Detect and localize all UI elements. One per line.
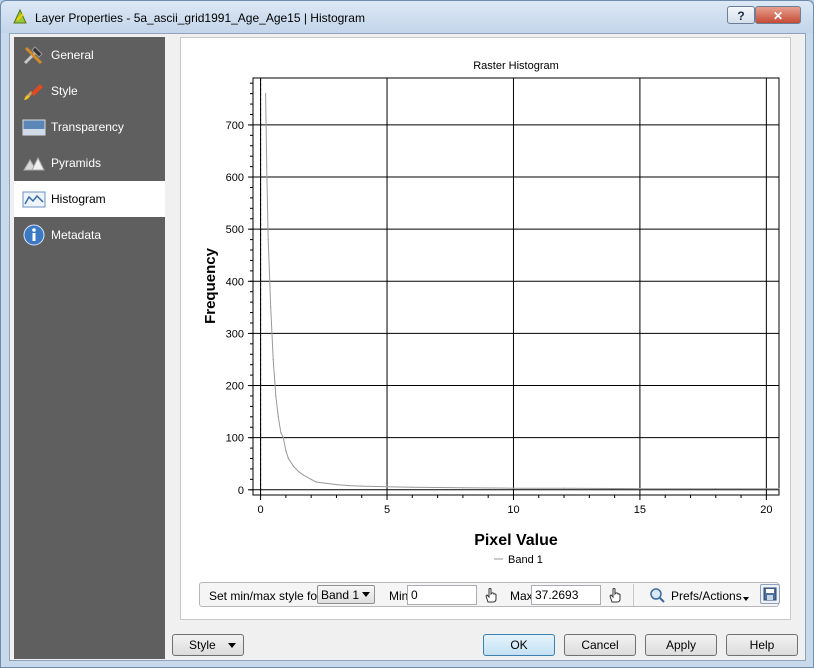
series-point — [292, 465, 295, 467]
y-tick-label: 600 — [226, 172, 244, 184]
apply-button[interactable]: Apply — [645, 634, 717, 656]
plot-area — [252, 77, 780, 496]
chevron-down-icon — [228, 643, 236, 648]
sidebar-item-histogram[interactable]: Histogram — [14, 181, 165, 217]
series-point — [265, 93, 267, 95]
series-point — [348, 485, 350, 487]
x-tick-label: 5 — [384, 504, 390, 516]
y-tick-label: 300 — [226, 328, 244, 340]
paintbrush-icon — [24, 84, 43, 100]
sidebar-item-label: General — [51, 48, 94, 62]
floppy-disk-icon — [763, 587, 777, 601]
help-title-button[interactable]: ? — [727, 6, 755, 24]
series-point — [310, 478, 312, 480]
series-point — [302, 474, 305, 476]
sidebar-item-label: Pyramids — [51, 156, 102, 170]
prefs-actions-button[interactable]: Prefs/Actions — [645, 585, 749, 605]
series-point — [563, 487, 565, 489]
series-point — [266, 176, 268, 178]
sidebar-item-label: Transparency — [51, 120, 124, 134]
sidebar-item-metadata[interactable]: Metadata — [14, 217, 165, 253]
band-select[interactable]: Band 1 — [317, 585, 375, 604]
x-tick-label: 0 — [258, 504, 264, 516]
series-point — [277, 416, 279, 418]
style-button-label: Style — [189, 638, 216, 652]
info-icon — [23, 224, 45, 246]
series-point — [778, 488, 780, 490]
y-tick-label: 500 — [226, 224, 244, 236]
series-point — [267, 238, 269, 241]
sidebar-item-label: Histogram — [51, 192, 106, 206]
y-tick-label: 0 — [238, 485, 244, 497]
sidebar-item-label: Metadata — [51, 228, 102, 242]
series-point — [462, 487, 464, 489]
prefs-actions-label: Prefs/Actions — [671, 589, 742, 603]
x-tick-label: 15 — [634, 504, 646, 516]
title-bar: Layer Properties - 5a_ascii_grid1991_Age… — [1, 1, 813, 33]
series-point — [361, 485, 363, 487]
series-point — [411, 486, 413, 488]
help-button[interactable]: Help — [726, 634, 798, 656]
sidebar-item-general[interactable]: General — [14, 37, 165, 73]
histogram-chart[interactable]: Raster Histogram 0 5 10 15 20010020030040050… — [181, 38, 790, 578]
sidebar: General Style Transparency Pyramids Hist… — [14, 37, 165, 659]
series-point — [287, 457, 290, 460]
series-point — [512, 487, 515, 489]
series-point — [275, 395, 277, 397]
pick-min-hand-icon[interactable] — [483, 586, 499, 604]
sidebar-item-label: Style — [51, 84, 78, 98]
max-input[interactable] — [531, 585, 601, 605]
y-tick-label: 700 — [226, 120, 244, 132]
cancel-button[interactable]: Cancel — [564, 634, 636, 656]
series-point — [386, 486, 388, 488]
series-point — [280, 431, 282, 434]
series-point — [282, 437, 284, 439]
max-label: Max — [510, 589, 533, 603]
pyramids-icon — [23, 156, 45, 171]
chart-title: Raster Histogram — [473, 60, 559, 72]
save-histogram-button[interactable] — [760, 584, 780, 604]
qgis-app-icon — [13, 8, 27, 24]
y-tick-label: 100 — [226, 433, 244, 445]
series-point — [315, 481, 317, 483]
chevron-down-icon — [743, 597, 749, 601]
series-point — [270, 306, 272, 308]
histogram-icon — [22, 191, 46, 208]
series-point — [715, 488, 717, 490]
minmax-controls: Set min/max style for Band 1 Min Max — [199, 582, 779, 607]
x-tick-label: 20 — [760, 504, 772, 516]
window-title: Layer Properties - 5a_ascii_grid1991_Age… — [35, 11, 365, 25]
y-tick-label: 400 — [226, 276, 244, 288]
set-minmax-label: Set min/max style for — [209, 589, 322, 603]
legend-label: Band 1 — [508, 554, 543, 566]
sidebar-item-transparency[interactable]: Transparency — [14, 109, 165, 145]
y-tick-label: 200 — [226, 381, 244, 393]
min-input[interactable] — [407, 585, 477, 605]
pick-max-hand-icon[interactable] — [607, 586, 623, 604]
ok-button[interactable]: OK — [483, 634, 555, 656]
x-tick-label: 10 — [507, 504, 519, 516]
layer-properties-window: Layer Properties - 5a_ascii_grid1991_Age… — [0, 0, 814, 668]
transparency-icon — [22, 119, 46, 136]
magnifier-icon — [650, 588, 665, 603]
series-point — [285, 450, 287, 452]
series-point — [272, 358, 274, 361]
dialog-client: General Style Transparency Pyramids Hist… — [9, 33, 806, 661]
series-point — [323, 482, 325, 484]
band-select-value: Band 1 — [321, 588, 360, 602]
x-axis-label: Pixel Value — [474, 532, 558, 549]
y-axis-label: Frequency — [202, 247, 219, 324]
sidebar-item-style[interactable]: Style — [14, 73, 165, 109]
style-menu-button[interactable]: Style — [172, 634, 244, 656]
series-point — [297, 470, 300, 473]
series-point — [639, 488, 641, 490]
close-button[interactable]: ✕ — [755, 6, 801, 24]
series-point — [335, 483, 338, 486]
histogram-panel: Raster Histogram 0 5 10 15 20 0 100 200 300 400 50… — [180, 37, 791, 620]
chevron-down-icon — [362, 592, 370, 597]
wrench-hammer-icon — [23, 46, 43, 65]
min-label: Min — [389, 589, 409, 603]
sidebar-item-pyramids[interactable]: Pyramids — [14, 145, 165, 181]
separator — [633, 584, 634, 606]
